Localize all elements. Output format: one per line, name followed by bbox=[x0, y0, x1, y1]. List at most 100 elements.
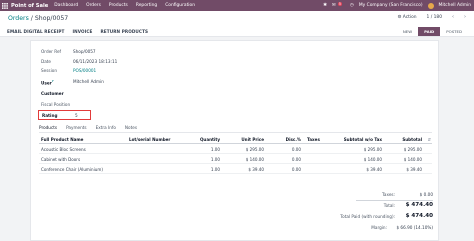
stage-posted[interactable]: POSTED bbox=[440, 27, 468, 36]
session-row: Session POS/00001 bbox=[41, 68, 96, 73]
line-subtotal-wo-tax: $ 140.00 bbox=[363, 157, 382, 162]
control-panel: Orders / Shop/0057 ⚙ Action 1 / 180 ‹ › bbox=[0, 11, 474, 26]
order-ref-label: Order Ref bbox=[41, 49, 62, 54]
line-subtotal: $ 39.40 bbox=[406, 167, 422, 172]
line-quantity: 1.00 bbox=[210, 147, 220, 152]
margin-label: Margin: bbox=[371, 225, 387, 230]
user-avatar[interactable] bbox=[427, 2, 434, 9]
total-paid-value: $ 474.40 bbox=[405, 213, 433, 219]
action-label: Action bbox=[402, 14, 417, 20]
nav-orders[interactable]: Orders bbox=[86, 3, 101, 8]
taxes-total-row: Taxes: $ 0.00 bbox=[341, 192, 433, 200]
user-menu[interactable]: Mitchell Admin bbox=[439, 3, 471, 8]
bug-icon[interactable]: ✱ bbox=[323, 3, 327, 8]
pager-prev-icon[interactable]: ‹ bbox=[452, 14, 454, 20]
user-value[interactable]: Mitchell Admin bbox=[73, 79, 104, 85]
line-subtotal-wo-tax: $ 39.40 bbox=[366, 167, 382, 172]
tabs-divider bbox=[39, 132, 432, 133]
nav-configuration[interactable]: Configuration bbox=[165, 3, 195, 8]
nav-dashboard[interactable]: Dashboard bbox=[54, 3, 78, 8]
col-subtotal[interactable]: Subtotal bbox=[402, 137, 422, 142]
line-product-name: Acoustic Bloc Screens bbox=[41, 147, 86, 152]
col-product-name[interactable]: Full Product Name bbox=[41, 137, 83, 142]
rating-field-highlight: Rating 5 bbox=[38, 110, 91, 120]
form-statusbar: EMAIL DIGITAL RECEIPT INVOICE RETURN PRO… bbox=[0, 26, 474, 37]
breadcrumb-current: Shop/0057 bbox=[34, 15, 69, 22]
invoice-button[interactable]: INVOICE bbox=[72, 29, 92, 34]
stage-new[interactable]: NEW bbox=[396, 27, 419, 36]
pager-next-icon[interactable]: › bbox=[464, 14, 466, 20]
rating-value[interactable]: 5 bbox=[75, 113, 78, 118]
line-unit-price: $ 140.00 bbox=[245, 157, 264, 162]
col-discount[interactable]: Disc.% bbox=[286, 137, 301, 142]
customer-row: Customer bbox=[41, 91, 73, 96]
line-subtotal: $ 140.00 bbox=[403, 157, 422, 162]
line-subtotal-wo-tax: $ 295.00 bbox=[363, 147, 382, 152]
user-label-text: User bbox=[41, 80, 52, 86]
col-unit-price[interactable]: Unit Price bbox=[241, 137, 264, 142]
gear-icon: ⚙ bbox=[397, 14, 402, 20]
order-ref-value: Shop/0057 bbox=[73, 49, 96, 54]
total-paid-row: Total Paid (with rounding): $ 474.40 bbox=[340, 213, 433, 221]
line-discount: 0.00 bbox=[291, 147, 301, 152]
fiscal-position-row: Fiscal Position bbox=[41, 102, 81, 107]
status-stages: NEW PAID POSTED bbox=[396, 27, 468, 36]
email-receipt-button[interactable]: EMAIL DIGITAL RECEIPT bbox=[7, 29, 64, 34]
action-menu[interactable]: ⚙ Action bbox=[397, 15, 416, 20]
taxes-total-label: Taxes: bbox=[382, 192, 395, 197]
col-taxes[interactable]: Taxes bbox=[307, 137, 320, 142]
clock-icon[interactable]: ◷ bbox=[350, 3, 354, 8]
return-products-button[interactable]: RETURN PRODUCTS bbox=[100, 29, 148, 34]
line-product-name: Conference Chair (Aluminium) bbox=[41, 167, 103, 172]
grand-total-value: $ 474.40 bbox=[405, 202, 433, 208]
line-quantity: 1.00 bbox=[210, 157, 220, 162]
top-navbar: Point of Sale Dashboard Orders Products … bbox=[0, 0, 474, 11]
col-subtotal-wo-tax[interactable]: Subtotal w/o Tax bbox=[344, 137, 382, 142]
customer-label: Customer bbox=[41, 91, 64, 96]
user-row: User? Mitchell Admin bbox=[41, 79, 104, 85]
column-settings-icon[interactable]: ⇵ bbox=[428, 137, 431, 142]
app-name[interactable]: Point of Sale bbox=[11, 3, 48, 9]
fiscal-position-label: Fiscal Position bbox=[41, 102, 71, 107]
totals-divider bbox=[356, 200, 433, 201]
help-tooltip-icon[interactable]: ? bbox=[52, 79, 54, 83]
user-label: User? bbox=[41, 79, 73, 85]
line-discount: 0.00 bbox=[291, 167, 301, 172]
col-lot-serial[interactable]: Lot/serial Number bbox=[129, 137, 170, 142]
grand-total-label: Total: bbox=[383, 203, 395, 208]
rating-label: Rating bbox=[42, 113, 58, 118]
company-switcher[interactable]: My Company (San Francisco) bbox=[359, 3, 423, 8]
col-quantity[interactable]: Quantity bbox=[200, 137, 220, 142]
pager-value[interactable]: 1 / 180 bbox=[427, 15, 442, 20]
line-quantity: 1.00 bbox=[210, 167, 220, 172]
date-label: Date bbox=[41, 59, 52, 64]
apps-menu-icon[interactable] bbox=[0, 0, 9, 11]
breadcrumb: Orders / Shop/0057 bbox=[8, 15, 68, 22]
chat-icon[interactable]: ✉ bbox=[332, 3, 336, 8]
order-form-sheet: Order Ref Shop/0057 Date 06/11/2023 18:1… bbox=[30, 40, 439, 241]
table-row[interactable]: Conference Chair (Aluminium) 1.00 $ 39.4… bbox=[39, 165, 432, 174]
line-subtotal: $ 295.00 bbox=[403, 147, 422, 152]
line-unit-price: $ 39.40 bbox=[248, 167, 264, 172]
date-row: Date 06/11/2023 18:13:11 bbox=[41, 59, 117, 64]
session-value[interactable]: POS/00001 bbox=[73, 68, 96, 73]
order-ref-row: Order Ref Shop/0057 bbox=[41, 49, 96, 54]
line-unit-price: $ 295.00 bbox=[245, 147, 264, 152]
nav-products[interactable]: Products bbox=[109, 3, 128, 8]
chat-count-badge: 5 bbox=[337, 1, 343, 6]
margin-value: $ 66.90 (14.10%) bbox=[396, 225, 433, 230]
breadcrumb-orders[interactable]: Orders bbox=[8, 15, 29, 22]
taxes-total-value: $ 0.00 bbox=[419, 192, 433, 197]
margin-row: Margin: $ 66.90 (14.10%) bbox=[341, 225, 433, 233]
total-paid-label: Total Paid (with rounding): bbox=[340, 214, 395, 219]
table-row[interactable]: Acoustic Bloc Screens 1.00 $ 295.00 0.00… bbox=[39, 145, 432, 154]
line-product-name: Cabinet with Doors bbox=[41, 157, 81, 162]
order-lines-header: Full Product Name Lot/serial Number Quan… bbox=[39, 135, 432, 144]
stage-paid[interactable]: PAID bbox=[418, 27, 441, 36]
session-label: Session bbox=[41, 68, 57, 73]
line-discount: 0.00 bbox=[291, 157, 301, 162]
grand-total-row: Total: $ 474.40 bbox=[341, 202, 433, 210]
nav-reporting[interactable]: Reporting bbox=[136, 3, 157, 8]
table-row[interactable]: Cabinet with Doors 1.00 $ 140.00 0.00 $ … bbox=[39, 155, 432, 164]
date-value: 06/11/2023 18:13:11 bbox=[73, 59, 118, 64]
